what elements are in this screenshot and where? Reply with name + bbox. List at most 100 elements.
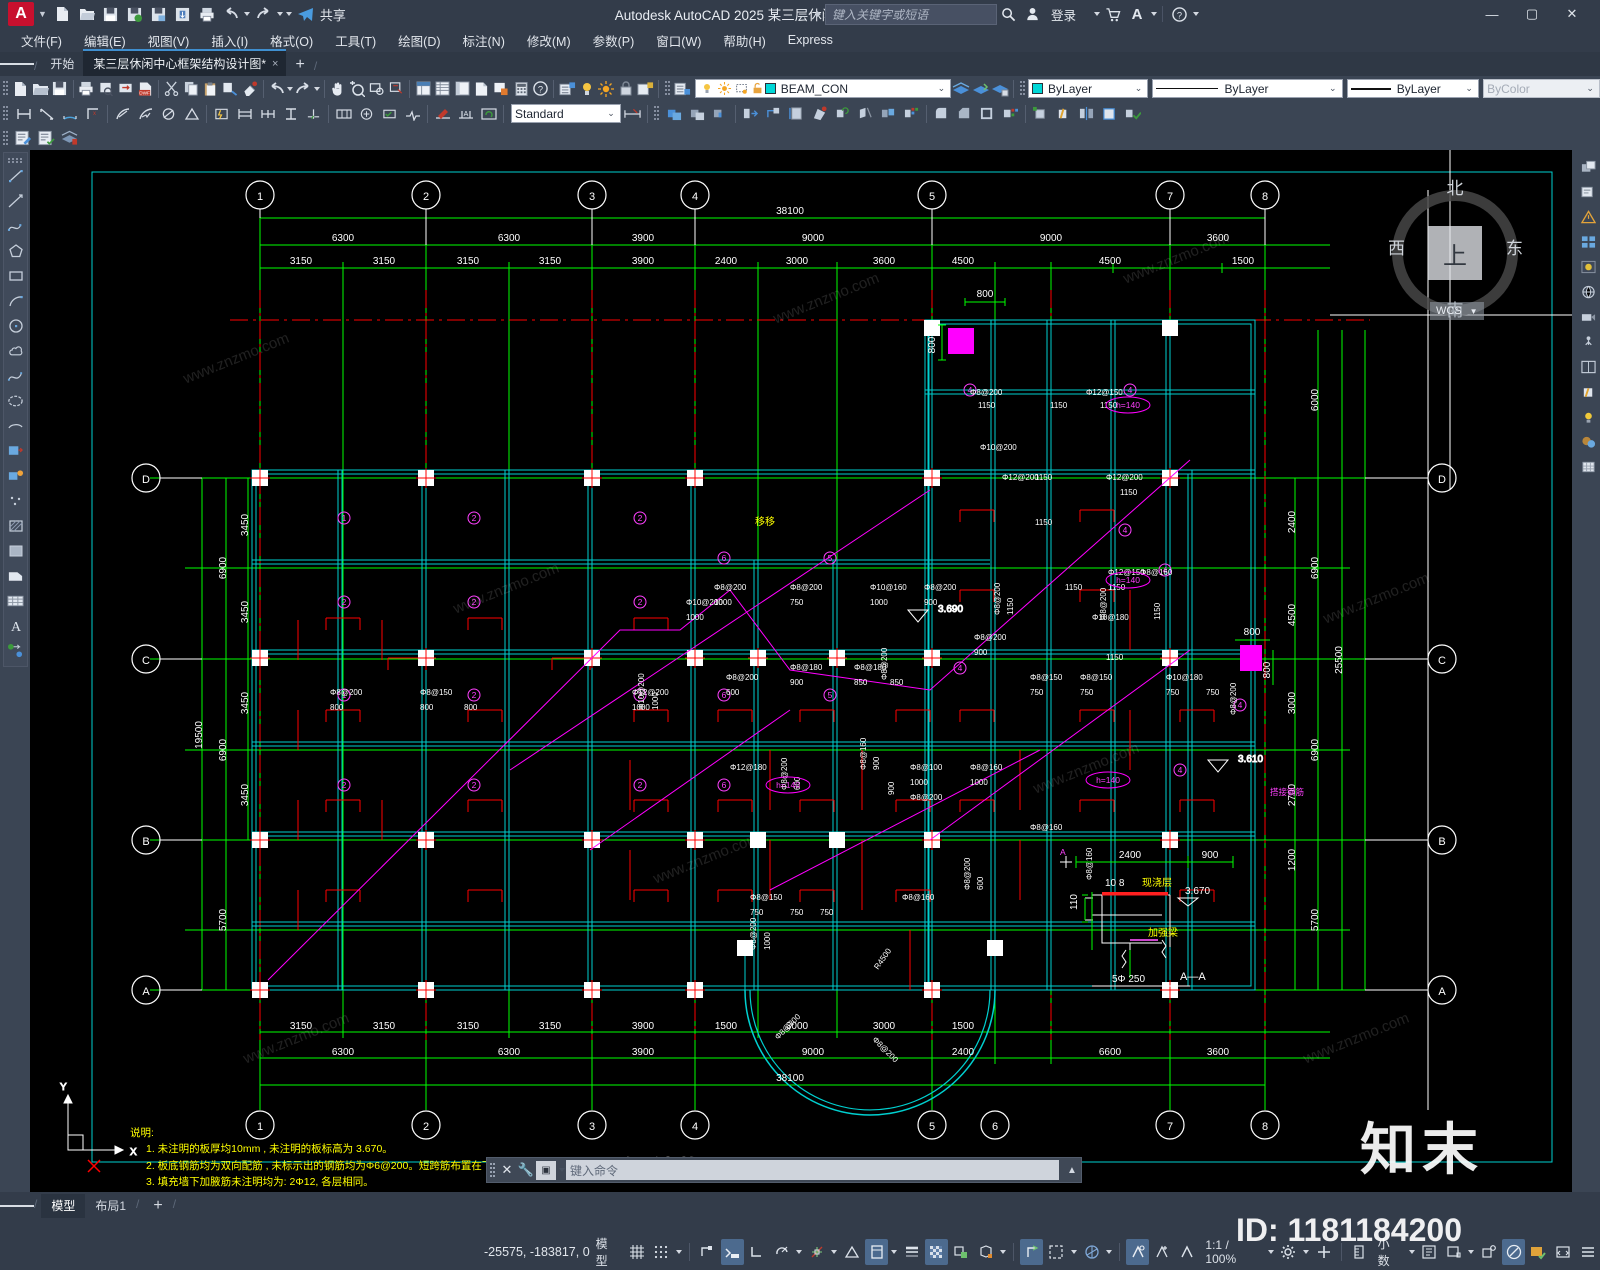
command-history-dropdown-icon[interactable] (557, 1168, 566, 1172)
customization-plus-icon[interactable] (1312, 1239, 1335, 1265)
linetype-combo[interactable]: ByLayer ⌄ (1152, 79, 1343, 98)
tab-menu-icon[interactable] (0, 52, 34, 76)
units-dropdown-icon[interactable] (1406, 1239, 1416, 1265)
layer-on-icon[interactable] (577, 78, 597, 100)
search-icon[interactable] (998, 3, 1020, 25)
dim-ordinate-icon[interactable]: x (81, 103, 104, 125)
color-combo[interactable]: ByLayer ⌄ (1028, 79, 1149, 98)
dim-jogged-icon[interactable] (134, 103, 157, 125)
visual-style-icon[interactable] (1052, 103, 1075, 125)
gizmo-icon[interactable] (1080, 1239, 1103, 1265)
dim-continue-icon[interactable] (256, 103, 279, 125)
layer-combo[interactable]: BEAM_CON ⌄ (694, 79, 952, 98)
isolate-objects-icon[interactable] (1478, 1239, 1501, 1265)
save-as-icon[interactable] (124, 3, 146, 25)
snap-mode-icon[interactable] (650, 1239, 673, 1265)
lock-ui-dropdown-icon[interactable] (1466, 1239, 1476, 1265)
object-snap-icon[interactable] (805, 1239, 828, 1265)
polyline-icon[interactable] (4, 213, 27, 238)
gizmo-dropdown-icon[interactable] (1104, 1239, 1114, 1265)
presspull-icon[interactable] (831, 103, 854, 125)
command-scroll-up-icon[interactable]: ▲ (1063, 1165, 1081, 1176)
inspection-icon[interactable] (378, 103, 401, 125)
revision-cloud-icon[interactable] (4, 338, 27, 363)
layer-previous-icon[interactable] (951, 78, 971, 100)
walk-fly-icon[interactable] (1575, 330, 1600, 354)
coordinates-display[interactable]: -25575, -183817, 0 (484, 1245, 590, 1259)
circle-icon[interactable] (4, 313, 27, 338)
color-combo-chevron-icon[interactable]: ⌄ (1132, 83, 1144, 94)
cut-icon[interactable] (162, 78, 182, 100)
command-prompt-icon[interactable]: ▣ (536, 1160, 556, 1180)
login-dropdown-icon[interactable] (1092, 3, 1101, 25)
menu-tools[interactable]: 工具(T) (324, 29, 387, 51)
revolve-icon[interactable] (785, 103, 808, 125)
line-icon[interactable] (4, 163, 27, 188)
menu-draw[interactable]: 绘图(D) (387, 29, 451, 51)
scale-dropdown-icon[interactable] (1266, 1239, 1276, 1265)
construction-line-icon[interactable] (4, 188, 27, 213)
render-icon[interactable] (1575, 255, 1600, 279)
ellipse-icon[interactable] (4, 388, 27, 413)
layer-properties-icon[interactable] (557, 78, 577, 100)
annotation-scale-icon[interactable] (1126, 1238, 1150, 1265)
help-icon-tb[interactable]: ? (531, 78, 551, 100)
qnew-icon[interactable] (11, 78, 31, 100)
command-close-icon[interactable]: ✕ (498, 1162, 516, 1178)
cart-icon[interactable] (1102, 3, 1124, 25)
materials-icon[interactable] (1575, 430, 1600, 454)
annotation-scale-value[interactable]: 1:1 / 100% (1205, 1238, 1259, 1266)
center-mark-icon[interactable] (355, 103, 378, 125)
ucs-chevron-icon[interactable]: ▼ (1470, 307, 1478, 316)
multiline-text-icon[interactable]: A (4, 613, 27, 638)
selection-cycling-icon[interactable] (950, 1239, 973, 1265)
props-toolbar-grip[interactable] (1019, 80, 1026, 97)
properties-icon[interactable] (413, 78, 433, 100)
ucs-icon[interactable] (1029, 103, 1052, 125)
viewport-icon[interactable] (1575, 355, 1600, 379)
save-icon[interactable] (100, 3, 122, 25)
menu-insert[interactable]: 插入(I) (200, 29, 259, 51)
ellipse-arc-icon[interactable] (4, 413, 27, 438)
layer-sun-icon[interactable] (716, 80, 733, 97)
dim-linear-icon[interactable] (12, 103, 35, 125)
layout-tab-model[interactable]: 模型 (41, 1193, 86, 1218)
mapping-icon[interactable] (1575, 455, 1600, 479)
solid-toolbar-grip[interactable] (653, 105, 660, 122)
layout-tools-icon[interactable] (1575, 230, 1600, 254)
object-snap-tracking-icon[interactable] (840, 1239, 863, 1265)
autocad-logo-icon[interactable]: A (8, 2, 34, 26)
export-icon[interactable] (172, 3, 194, 25)
workspace-dropdown-icon[interactable] (1301, 1239, 1311, 1265)
restore-button[interactable]: ▢ (1512, 0, 1552, 28)
snap-dropdown-icon[interactable] (674, 1239, 684, 1265)
redo-dropdown-icon[interactable] (276, 3, 285, 25)
ucs-selector[interactable]: WCS ▼ (1430, 302, 1484, 320)
menu-dimension[interactable]: 标注(N) (452, 29, 516, 51)
slice-icon[interactable] (854, 103, 877, 125)
jogged-linear-icon[interactable] (401, 103, 424, 125)
3d-mirror-icon[interactable] (1075, 103, 1098, 125)
export-pdf-icon[interactable]: DWF (135, 78, 155, 100)
layer-manager-icon[interactable] (673, 78, 693, 100)
undo-icon[interactable] (220, 3, 242, 25)
save-icon-tb[interactable] (50, 78, 70, 100)
dim-arc-icon[interactable] (58, 103, 81, 125)
new-file-icon[interactable] (52, 3, 74, 25)
viewcube-up-label[interactable]: 上 (1428, 226, 1482, 280)
layer-toolbar-grip[interactable] (664, 80, 671, 97)
menu-window[interactable]: 窗口(W) (645, 29, 712, 51)
layer-color-swatch[interactable] (764, 83, 776, 94)
open-icon[interactable] (31, 78, 51, 100)
match-properties-icon[interactable] (221, 78, 241, 100)
polygon-icon[interactable] (4, 238, 27, 263)
color-swatch[interactable] (1032, 83, 1044, 94)
tolerance-icon[interactable] (332, 103, 355, 125)
erase-icon[interactable] (240, 78, 260, 100)
redo-icon[interactable] (253, 3, 275, 25)
layout-tab-add[interactable]: + (143, 1194, 172, 1218)
dim-diameter-icon[interactable] (157, 103, 180, 125)
region-icon[interactable] (4, 563, 27, 588)
layer-bulb-icon[interactable] (699, 80, 716, 97)
toolbar-grip[interactable] (2, 80, 8, 97)
